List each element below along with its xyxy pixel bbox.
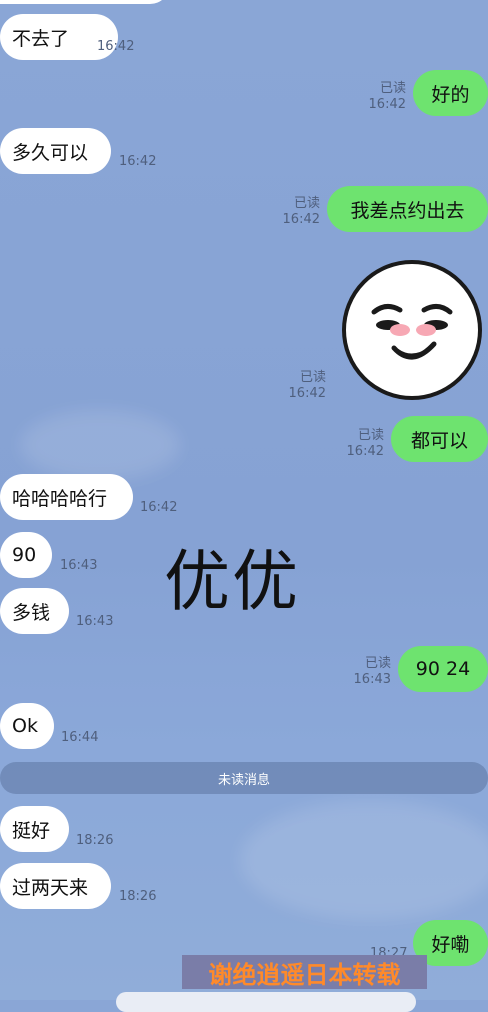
unread-messages-divider: 未读消息 xyxy=(0,762,488,794)
outgoing-message-bubble[interactable]: 90 24 xyxy=(398,646,488,692)
message-text: 好嘞 xyxy=(431,933,470,956)
message-input-bar[interactable] xyxy=(116,992,416,1012)
outgoing-message-bubble[interactable]: 好的 xyxy=(413,70,488,116)
read-label: 已读 xyxy=(293,196,320,211)
incoming-message-bubble[interactable]: 多钱 xyxy=(0,588,69,634)
message-time: 16:42 xyxy=(368,97,406,112)
cloud-decoration xyxy=(20,410,180,480)
center-watermark: 优优 xyxy=(164,543,300,620)
read-label: 已读 xyxy=(357,428,384,443)
message-text: 多久可以 xyxy=(12,141,89,164)
incoming-message-bubble[interactable]: 多久可以 xyxy=(0,128,111,174)
message-time: 16:43 xyxy=(60,558,98,573)
incoming-message-bubble[interactable]: 90 xyxy=(0,532,52,578)
message-time: 16:42 xyxy=(288,386,326,401)
message-time: 16:42 xyxy=(140,500,178,515)
message-text: Ok xyxy=(12,715,38,737)
message-time: 16:43 xyxy=(76,614,114,629)
message-time: 16:43 xyxy=(353,672,391,687)
message-time: 16:42 xyxy=(97,39,135,54)
message-text: 不去了 xyxy=(12,27,70,50)
message-time: 18:26 xyxy=(119,889,157,904)
outgoing-message-bubble[interactable]: 我差点约出去 xyxy=(327,186,488,232)
message-text: 都可以 xyxy=(410,429,468,452)
message-text: 多钱 xyxy=(12,601,51,624)
message-time: 16:42 xyxy=(119,154,157,169)
read-label: 已读 xyxy=(299,370,326,385)
message-time: 16:42 xyxy=(346,444,384,459)
cloud-decoration xyxy=(240,800,488,920)
read-receipt: 已读 16:42 xyxy=(270,196,320,228)
incoming-message-bubble[interactable]: 哈哈哈哈行 xyxy=(0,474,133,520)
bottom-watermark: 谢绝逍遥日本转载 xyxy=(182,955,427,989)
message-time: 16:42 xyxy=(282,212,320,227)
message-text: 哈哈哈哈行 xyxy=(12,487,108,510)
message-text: 90 24 xyxy=(415,658,471,680)
message-time: 16:44 xyxy=(61,730,99,745)
divider-label: 未读消息 xyxy=(217,772,270,788)
read-label: 已读 xyxy=(364,656,391,671)
previous-message-bubble[interactable] xyxy=(0,0,170,4)
incoming-message-bubble[interactable]: Ok xyxy=(0,703,54,749)
read-receipt: 已读 16:42 xyxy=(276,370,326,402)
read-receipt: 已读 16:42 xyxy=(334,428,384,460)
message-text: 我差点约出去 xyxy=(350,199,465,222)
smiling-moon-sticker-icon[interactable] xyxy=(338,256,486,404)
read-label: 已读 xyxy=(379,81,406,96)
read-receipt: 已读 16:43 xyxy=(341,656,391,688)
incoming-message-bubble[interactable]: 过两天来 xyxy=(0,863,111,909)
message-text: 好的 xyxy=(431,83,470,106)
message-text: 挺好 xyxy=(12,819,51,842)
outgoing-message-bubble[interactable]: 都可以 xyxy=(391,416,488,462)
message-text: 过两天来 xyxy=(12,876,89,899)
message-time: 18:26 xyxy=(76,833,114,848)
read-receipt: 已读 16:42 xyxy=(356,81,406,113)
message-text: 90 xyxy=(12,544,37,566)
incoming-message-bubble[interactable]: 挺好 xyxy=(0,806,69,852)
